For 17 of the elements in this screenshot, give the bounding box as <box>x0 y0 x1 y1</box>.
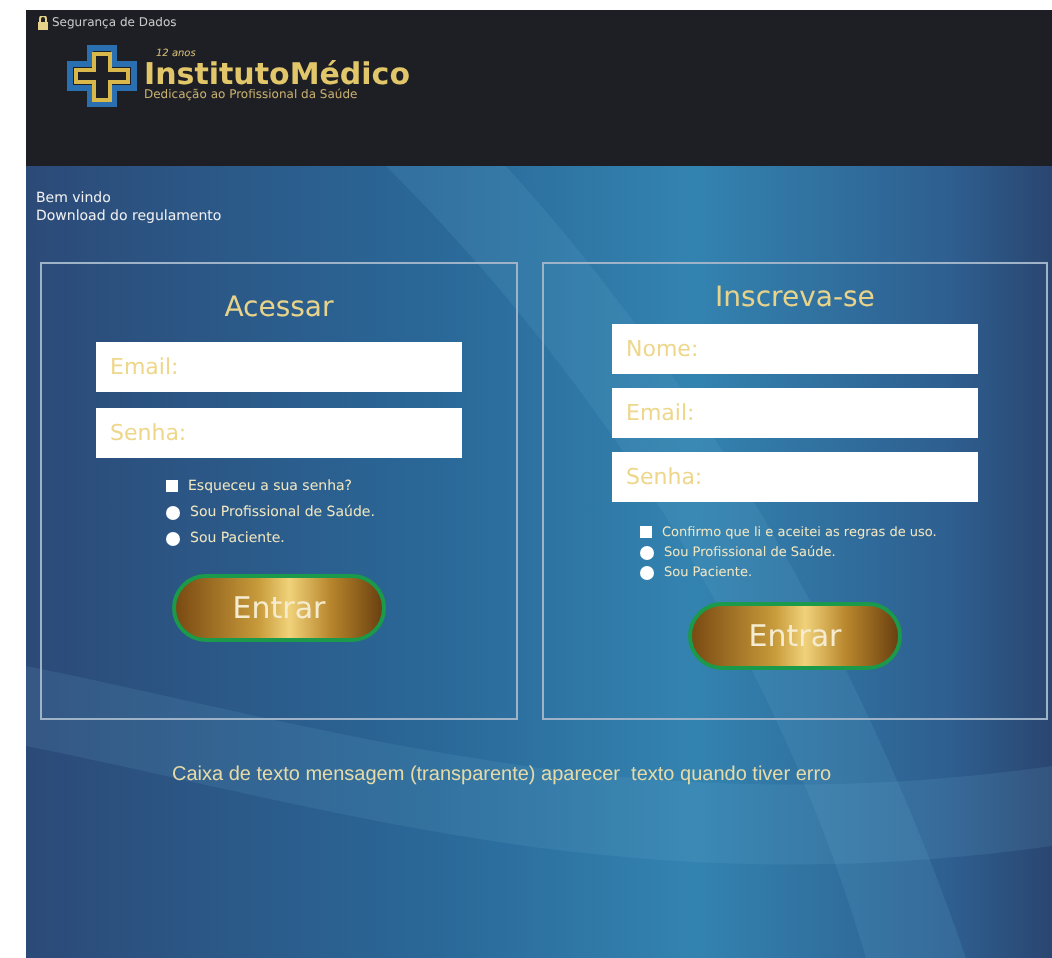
checkbox[interactable] <box>166 480 178 492</box>
panel-title: Acessar <box>224 292 334 324</box>
input-field[interactable]: Nome: <box>612 324 978 374</box>
input-field[interactable]: Senha: <box>612 452 978 502</box>
lock-icon <box>38 16 48 30</box>
radio-button[interactable] <box>166 505 180 519</box>
radio-button[interactable] <box>640 565 654 579</box>
input-field[interactable]: Senha: <box>96 408 462 458</box>
checkbox[interactable] <box>640 526 652 538</box>
message-text: Caixa de texto mensagem (transparente) aparecer texto quando tiver erro <box>172 764 834 786</box>
panel-title: Inscreva-se <box>715 282 875 314</box>
cross-logo-icon <box>66 44 138 108</box>
logo-name: InstitutoMédico <box>144 60 411 90</box>
input-field[interactable]: Email: <box>96 342 462 392</box>
radio-button[interactable] <box>166 531 180 545</box>
input-field[interactable]: Email: <box>612 388 978 438</box>
radio-button[interactable] <box>640 545 654 559</box>
